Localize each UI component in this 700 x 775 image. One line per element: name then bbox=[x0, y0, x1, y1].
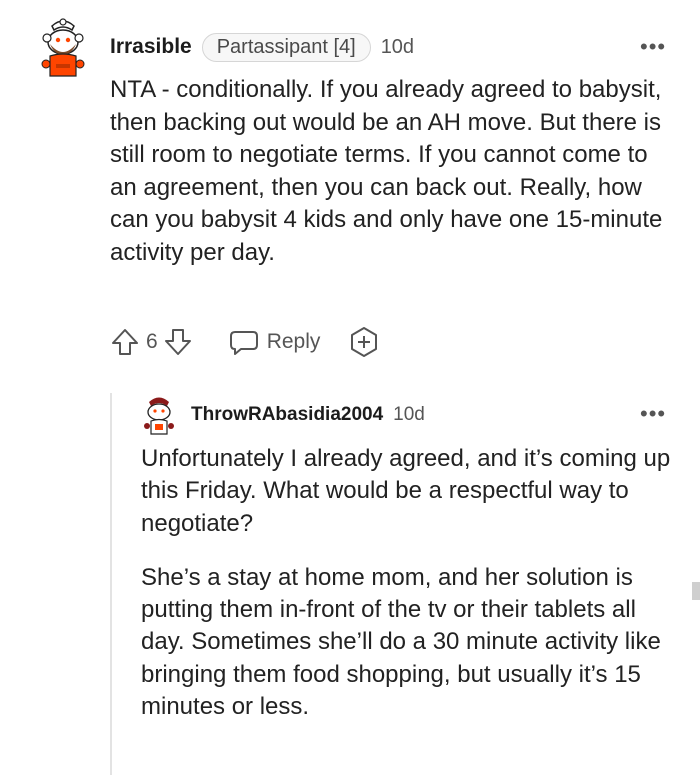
vote-count: 6 bbox=[146, 330, 158, 353]
comment-actions: 6 Reply bbox=[110, 325, 380, 359]
reply-button[interactable]: Reply bbox=[229, 327, 321, 357]
comment-meta: Irrasible Partassipant [4] 10d bbox=[110, 31, 414, 63]
award-button[interactable] bbox=[348, 326, 380, 358]
snoo-avatar-icon bbox=[144, 397, 174, 435]
reply-label: Reply bbox=[266, 330, 321, 353]
comment-body: NTA - conditionally. If you already agre… bbox=[110, 74, 670, 269]
thread-line[interactable] bbox=[110, 393, 112, 775]
user-flair: Partassipant [4] bbox=[201, 32, 371, 62]
username[interactable]: Irrasible bbox=[110, 35, 192, 59]
comment-body: Unfortunately I already agreed, and it’s… bbox=[141, 443, 681, 745]
comment-text: NTA - conditionally. If you already agre… bbox=[110, 76, 663, 266]
avatar[interactable] bbox=[38, 18, 88, 78]
downvote-button[interactable] bbox=[163, 327, 193, 357]
timestamp: 10d bbox=[393, 404, 425, 425]
more-options-button[interactable]: ••• bbox=[640, 401, 666, 427]
comment-meta: ThrowRAbasidia2004 10d bbox=[191, 401, 425, 429]
snoo-avatar-icon bbox=[41, 18, 85, 77]
avatar[interactable] bbox=[143, 396, 175, 436]
comment-paragraph: She’s a stay at home mom, and her soluti… bbox=[141, 563, 661, 721]
timestamp: 10d bbox=[380, 35, 415, 58]
scrollbar-thumb[interactable] bbox=[692, 582, 700, 600]
speech-bubble-icon bbox=[229, 331, 258, 355]
arrow-up-icon bbox=[112, 329, 138, 355]
username[interactable]: ThrowRAbasidia2004 bbox=[191, 404, 383, 426]
upvote-button[interactable] bbox=[110, 327, 140, 357]
comment-paragraph: Unfortunately I already agreed, and it’s… bbox=[141, 445, 671, 537]
arrow-down-icon bbox=[164, 329, 191, 355]
more-options-button[interactable]: ••• bbox=[640, 34, 666, 60]
award-plus-icon bbox=[351, 327, 378, 357]
